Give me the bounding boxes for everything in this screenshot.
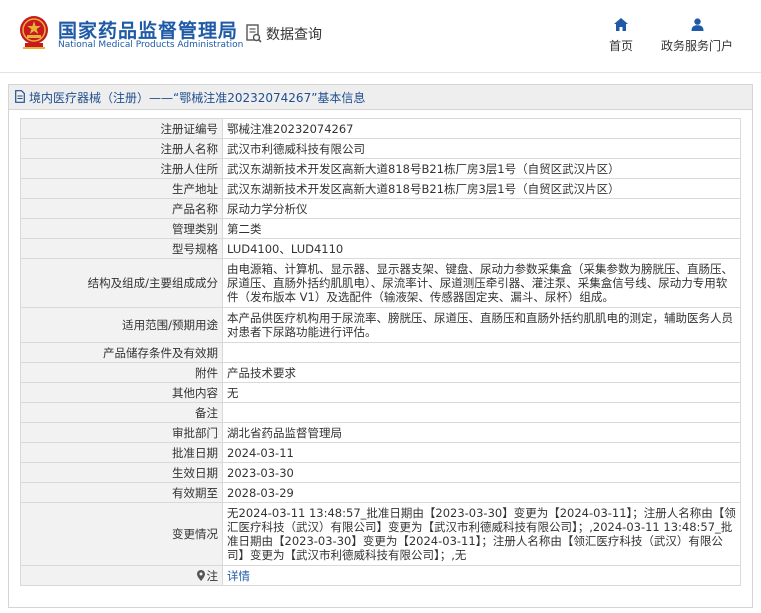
site-title[interactable]: 国家药品监督管理局 bbox=[58, 16, 238, 43]
field-value bbox=[222, 342, 741, 363]
site-subtitle: National Medical Products Administration bbox=[58, 40, 244, 50]
field-value: 2028-03-29 bbox=[222, 482, 741, 503]
field-label: 管理类别 bbox=[20, 218, 223, 239]
field-label: 注册人住所 bbox=[20, 158, 223, 179]
field-label: 附件 bbox=[20, 362, 223, 383]
field-value: 2023-03-30 bbox=[222, 462, 741, 483]
table-row: 变更情况 无2024-03-11 13:48:57_批准日期由【2023-03-3… bbox=[20, 502, 741, 566]
field-value: 无 bbox=[222, 382, 741, 403]
detail-panel: 境内医疗器械（注册）——“鄂械注准20232074267”基本信息 注册证编号鄂… bbox=[8, 84, 753, 608]
table-row: 注册证编号 鄂械注准20232074267 bbox=[20, 118, 741, 139]
field-label: 产品名称 bbox=[20, 198, 223, 219]
field-label: 有效期至 bbox=[20, 482, 223, 503]
table-row: 注册人名称 武汉市利德威科技有限公司 bbox=[20, 138, 741, 159]
breadcrumb: 境内医疗器械（注册）——“鄂械注准20232074267”基本信息 bbox=[29, 91, 366, 105]
table-row: 审批部门 湖北省药品监督管理局 bbox=[20, 422, 741, 443]
nav-home-label: 首页 bbox=[608, 39, 633, 53]
national-emblem-icon bbox=[20, 16, 48, 49]
field-label: 审批部门 bbox=[20, 422, 223, 443]
field-label: 其他内容 bbox=[20, 382, 223, 403]
table-row: 有效期至 2028-03-29 bbox=[20, 482, 741, 503]
field-value: LUD4100、LUD4110 bbox=[222, 238, 741, 259]
data-query-label[interactable]: 数据查询 bbox=[266, 24, 322, 44]
field-value: 尿动力学分析仪 bbox=[222, 198, 741, 219]
table-row: 生产地址 武汉东湖新技术开发区高新大道818号B21栋厂房3层1号（自贸区武汉片区… bbox=[20, 178, 741, 199]
table-row: 其他内容无 bbox=[20, 382, 741, 403]
field-value: 详情 bbox=[222, 565, 741, 586]
home-icon bbox=[614, 18, 628, 31]
field-label: 型号规格 bbox=[20, 238, 223, 259]
field-label: 备注 bbox=[20, 402, 223, 423]
site-header: 国家药品监督管理局 National Medical Products Admi… bbox=[0, 0, 761, 72]
table-row: 产品名称 尿动力学分析仪 bbox=[20, 198, 741, 219]
field-value: 武汉市利德威科技有限公司 bbox=[222, 138, 741, 159]
field-label: 生效日期 bbox=[20, 462, 223, 483]
table-row: 附件 产品技术要求 bbox=[20, 362, 741, 383]
field-label: 批准日期 bbox=[20, 442, 223, 463]
field-value: 由电源箱、计算机、显示器、显示器支架、键盘、尿动力参数采集盒（采集参数为膀胱压、… bbox=[222, 258, 741, 308]
registration-info-table: 注册证编号 鄂械注准20232074267 注册人名称 武汉市利德威科技有限公司 注… bbox=[20, 118, 741, 586]
field-value bbox=[222, 402, 741, 423]
document-search-icon bbox=[246, 24, 262, 43]
field-value: 武汉东湖新技术开发区高新大道818号B21栋厂房3层1号（自贸区武汉片区） bbox=[222, 178, 741, 199]
field-value: 无2024-03-11 13:48:57_批准日期由【2023-03-30】变更… bbox=[222, 502, 741, 566]
header-divider bbox=[0, 72, 761, 73]
field-value: 湖北省药品监督管理局 bbox=[222, 422, 741, 443]
field-label: 生产地址 bbox=[20, 178, 223, 199]
field-label: 注 bbox=[20, 565, 223, 586]
nav-portal-label: 政务服务门户 bbox=[660, 39, 733, 53]
field-label: 注册证编号 bbox=[20, 118, 223, 139]
nav-service-portal[interactable]: 政务服务门户 bbox=[654, 18, 740, 54]
note-label: 注 bbox=[206, 568, 219, 583]
table-row: 注册人住所 武汉东湖新技术开发区高新大道818号B21栋厂房3层1号（自贸区武汉片… bbox=[20, 158, 741, 179]
details-link[interactable]: 详情 bbox=[227, 569, 250, 583]
table-row: 备注 bbox=[20, 402, 741, 423]
table-row: 适用范围/预期用途 本产品供医疗机构用于尿流率、膀胱压、尿道压、直肠压和直肠外括约… bbox=[20, 307, 741, 343]
field-label: 产品储存条件及有效期 bbox=[20, 342, 223, 363]
field-value: 产品技术要求 bbox=[222, 362, 741, 383]
field-value: 武汉东湖新技术开发区高新大道818号B21栋厂房3层1号（自贸区武汉片区） bbox=[222, 158, 741, 179]
nav-home[interactable]: 首页 bbox=[601, 18, 641, 54]
table-row: 生效日期 2023-03-30 bbox=[20, 462, 741, 483]
table-row: 注 详情 bbox=[20, 565, 741, 586]
table-row: 型号规格 LUD4100、LUD4110 bbox=[20, 238, 741, 259]
field-label: 注册人名称 bbox=[20, 138, 223, 159]
table-row: 结构及组成/主要组成成分 由电源箱、计算机、显示器、显示器支架、键盘、尿动力参数采… bbox=[20, 258, 741, 308]
field-value: 第二类 bbox=[222, 218, 741, 239]
table-row: 批准日期 2024-03-11 bbox=[20, 442, 741, 463]
field-label: 结构及组成/主要组成成分 bbox=[20, 258, 223, 308]
field-label: 适用范围/预期用途 bbox=[20, 307, 223, 343]
user-icon bbox=[691, 18, 703, 31]
panel-header: 境内医疗器械（注册）——“鄂械注准20232074267”基本信息 bbox=[9, 85, 752, 110]
field-label: 变更情况 bbox=[20, 502, 223, 566]
field-value: 2024-03-11 bbox=[222, 442, 741, 463]
field-value: 本产品供医疗机构用于尿流率、膀胱压、尿道压、直肠压和直肠外括约肌肌电的测定，辅助… bbox=[222, 307, 741, 343]
table-row: 产品储存条件及有效期 bbox=[20, 342, 741, 363]
table-row: 管理类别 第二类 bbox=[20, 218, 741, 239]
location-pin-icon bbox=[196, 569, 205, 581]
document-icon bbox=[15, 90, 25, 103]
field-value: 鄂械注准20232074267 bbox=[222, 118, 741, 139]
